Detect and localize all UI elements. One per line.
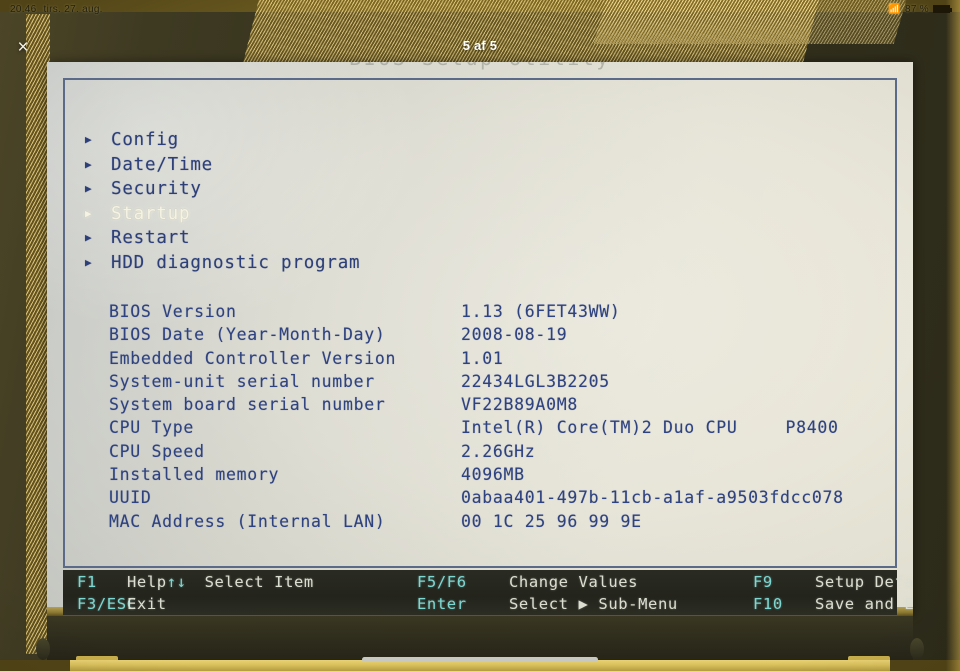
info-label: MAC Address (Internal LAN) <box>109 511 386 531</box>
key-f1[interactable]: F1 <box>63 573 127 591</box>
info-label: UUID <box>109 488 152 508</box>
status-bar-time: 20.46 <box>10 3 37 15</box>
info-value: 22434LGL3B2205 <box>461 371 610 391</box>
triangle-right-icon: ▶ <box>85 231 93 245</box>
key-f9-description: Setup Defaults <box>815 573 913 591</box>
info-row-bios-date: BIOS Date (Year-Month-Day) 2008-08-19 <box>109 325 844 348</box>
hinge-right <box>910 638 924 660</box>
info-value: 00 1C 25 96 99 9E <box>461 511 642 531</box>
info-label: CPU Type <box>109 418 195 438</box>
bios-main-menu: ▶ Config ▶ Date/Time ▶ Security ▶ Startu… <box>85 130 360 278</box>
key-f5-f6[interactable]: F5/F6 <box>417 573 509 591</box>
menu-item-security[interactable]: ▶ Security <box>85 179 360 204</box>
info-row-cpu-type: CPU Type Intel(R) Core(TM)2 Duo CPU P8400 <box>109 418 844 441</box>
info-value: 1.01 <box>461 348 504 368</box>
menu-item-hdd-diagnostic-program[interactable]: ▶ HDD diagnostic program <box>85 253 360 278</box>
info-label: System-unit serial number <box>109 371 375 391</box>
info-value: 0abaa401-497b-11cb-a1af-a9503fdcc078 <box>461 488 844 508</box>
footer-row-1: F1 Help↑↓ Select Item F5/F6 Change Values… <box>63 573 913 595</box>
info-label: Installed memory <box>109 465 280 485</box>
status-bar: 20.46 tirs. 27. aug. 📶 87 % <box>0 0 960 18</box>
arrow-up-down-icon: ↑↓ <box>166 573 187 591</box>
info-label: Embedded Controller Version <box>109 348 397 368</box>
cpu-type-value: Intel(R) Core(TM)2 Duo CPU <box>461 418 738 438</box>
system-information-table: BIOS Version 1.13 (6FET43WW) BIOS Date (… <box>109 302 844 535</box>
select-item-label: Select Item <box>204 573 314 591</box>
battery-icon <box>933 5 952 13</box>
menu-item-label: Startup <box>111 203 191 224</box>
menu-item-label: Restart <box>111 228 191 249</box>
key-f3-esc[interactable]: F3/ESC <box>63 595 136 613</box>
menu-item-config[interactable]: ▶ Config <box>85 130 360 155</box>
bios-title: BIOS Setup Utility <box>65 62 895 70</box>
key-f3-esc-description: Exit <box>127 595 167 613</box>
info-row-system-unit-serial-number: System-unit serial number 22434LGL3B2205 <box>109 372 844 395</box>
menu-item-date-time[interactable]: ▶ Date/Time <box>85 155 360 180</box>
triangle-right-icon: ▶ <box>85 206 93 220</box>
key-f9[interactable]: F9 <box>753 573 815 591</box>
triangle-right-icon: ▶ <box>85 182 93 196</box>
key-f1-description: Help↑↓ Select Item <box>127 573 417 591</box>
bottom-bezel <box>47 616 913 660</box>
info-value: Intel(R) Core(TM)2 Duo CPU P8400 <box>461 418 844 437</box>
right-edge-glare <box>946 0 960 671</box>
info-value: 2.26GHz <box>461 441 536 461</box>
photo-scrubber[interactable] <box>362 657 598 662</box>
info-row-cpu-speed: CPU Speed 2.26GHz <box>109 442 844 465</box>
info-label: BIOS Date (Year-Month-Day) <box>109 325 386 345</box>
key-f5-f6-description: Change Values <box>509 573 639 591</box>
footer-row-2: F3/ESC Exit Enter Select ▶ Sub-Menu F10 … <box>63 595 913 615</box>
info-label: CPU Speed <box>109 441 205 461</box>
help-label: Help <box>127 573 167 591</box>
info-value: VF22B89A0M8 <box>461 395 578 415</box>
key-enter[interactable]: Enter <box>417 595 509 613</box>
photo-counter-label: 5 af 5 <box>462 38 498 53</box>
key-enter-description: Select ▶ Sub-Menu <box>509 595 678 613</box>
menu-item-restart[interactable]: ▶ Restart <box>85 228 360 253</box>
key-f10-description: Save and Exit <box>815 595 913 613</box>
info-value: 2008-08-19 <box>461 325 568 345</box>
cpu-model-value: P8400 <box>785 418 839 438</box>
info-label: System board serial number <box>109 395 386 415</box>
menu-item-label: Config <box>111 130 180 150</box>
battery-percent-label: 87 % <box>905 3 929 15</box>
menu-item-startup[interactable]: ▶ Startup <box>85 204 360 229</box>
wifi-icon: 📶 <box>888 3 901 15</box>
menu-item-label: HDD diagnostic program <box>111 252 361 273</box>
bios-content-frame: BIOS Setup Utility ▶ Config ▶ Date/Time … <box>63 62 897 568</box>
info-row-bios-version: BIOS Version 1.13 (6FET43WW) <box>109 302 844 325</box>
info-value: 1.13 (6FET43WW) <box>461 302 621 321</box>
key-f10[interactable]: F10 <box>753 595 815 613</box>
status-bar-date: tirs. 27. aug. <box>43 3 103 15</box>
info-row-mac-address: MAC Address (Internal LAN) 00 1C 25 96 9… <box>109 512 844 535</box>
info-row-uuid: UUID 0abaa401-497b-11cb-a1af-a9503fdcc07… <box>109 488 844 511</box>
info-label: BIOS Version <box>109 302 237 321</box>
laptop-lcd-screen: BIOS Setup Utility ▶ Config ▶ Date/Time … <box>47 62 913 615</box>
triangle-right-icon: ▶ <box>85 133 93 146</box>
info-row-embedded-controller-version: Embedded Controller Version 1.01 <box>109 349 844 372</box>
bios-footer-key-legend: F1 Help↑↓ Select Item F5/F6 Change Values… <box>63 570 913 615</box>
info-row-system-board-serial-number: System board serial number VF22B89A0M8 <box>109 395 844 418</box>
info-value: 4096MB <box>461 465 525 485</box>
menu-item-label: Security <box>111 179 202 200</box>
photo-of-laptop-screen: 20.46 tirs. 27. aug. 📶 87 % × 5 af 5 BIO… <box>0 0 960 671</box>
hinge-left <box>36 638 50 660</box>
triangle-right-icon: ▶ <box>85 157 93 171</box>
triangle-right-icon: ▶ <box>85 255 93 269</box>
menu-item-label: Date/Time <box>111 154 214 175</box>
info-row-installed-memory: Installed memory 4096MB <box>109 465 844 488</box>
